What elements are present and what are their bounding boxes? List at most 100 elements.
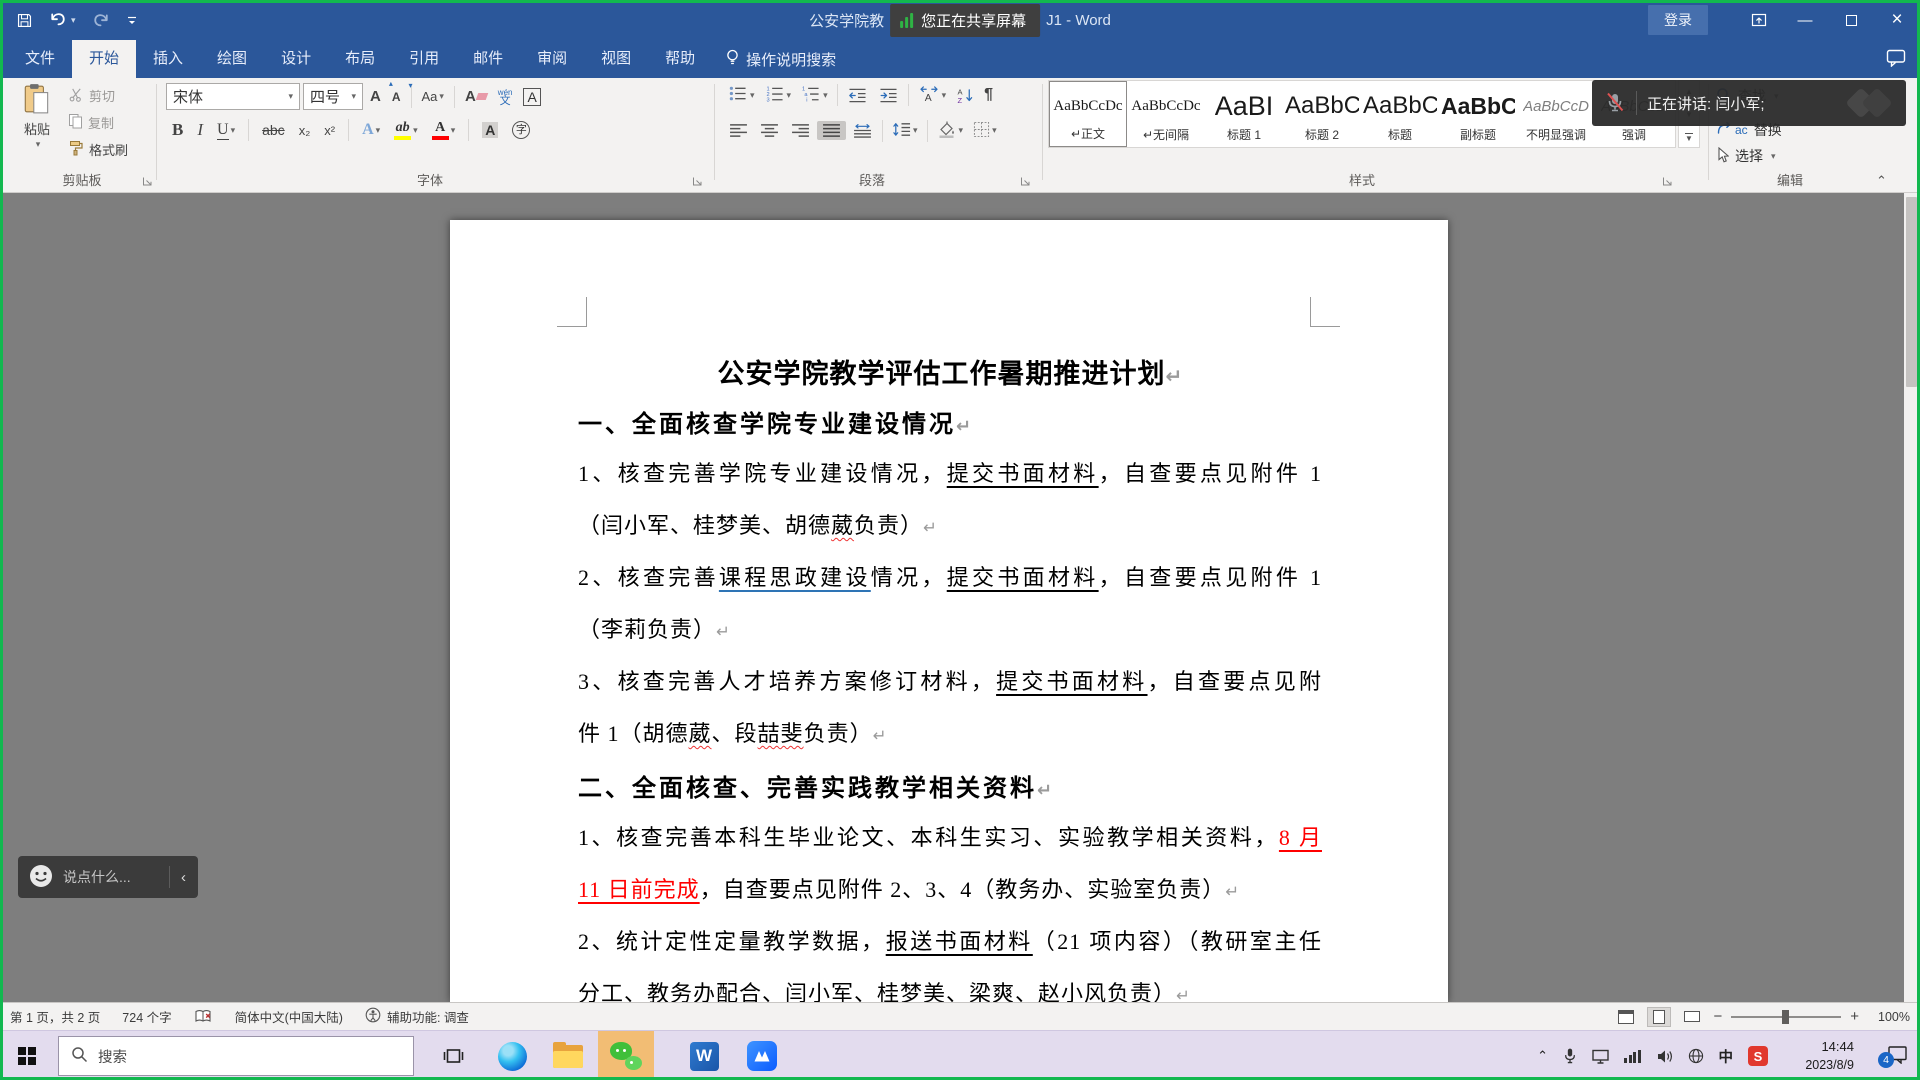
accessibility-status[interactable]: 辅助功能: 调查 [365, 1007, 469, 1026]
microphone-icon[interactable] [1563, 1047, 1577, 1065]
ime-indicator[interactable]: 中 [1719, 1046, 1734, 1067]
chat-input-placeholder[interactable]: 说点什么... [63, 867, 160, 887]
tell-me-search[interactable]: 操作说明搜索 [712, 40, 850, 78]
cut-button[interactable]: 剪切 [68, 86, 128, 105]
align-center-button[interactable] [755, 121, 784, 140]
taskbar-app-word[interactable]: W [676, 1031, 732, 1080]
tab-视图[interactable]: 视图 [584, 40, 648, 78]
font-size-combo[interactable]: 四号▾ [303, 83, 363, 110]
italic-button[interactable]: I [193, 118, 207, 142]
document-page[interactable]: 公安学院教学评估工作暑期推进计划↵一、全面核查学院专业建设情况↵1、核查完善学院… [450, 220, 1448, 1002]
align-left-button[interactable] [724, 121, 753, 140]
zoom-slider-thumb[interactable] [1782, 1010, 1789, 1024]
underline-button[interactable]: U▾ [213, 119, 239, 142]
spellcheck-book-icon[interactable] [194, 1009, 213, 1024]
comments-icon[interactable] [1886, 49, 1906, 70]
vertical-scrollbar[interactable] [1904, 193, 1919, 1002]
subscript-button[interactable]: x₂ [295, 121, 315, 140]
bullets-button[interactable]: ▾ [724, 83, 759, 107]
start-button[interactable] [0, 1031, 54, 1080]
select-button[interactable]: 选择▾ [1716, 146, 1776, 166]
character-shading-button[interactable]: A [478, 120, 502, 140]
chevron-up-icon[interactable]: ⌃ [1537, 1048, 1548, 1064]
highlight-color-button[interactable]: ab▾ [390, 119, 422, 142]
taskbar-app-file-explorer[interactable] [540, 1031, 596, 1080]
tab-绘图[interactable]: 绘图 [200, 40, 264, 78]
increase-indent-button[interactable] [874, 85, 903, 106]
scrollbar-thumb[interactable] [1906, 197, 1917, 387]
text-effects-button[interactable]: A▾ [358, 119, 384, 141]
tab-布局[interactable]: 布局 [328, 40, 392, 78]
style-card-正文[interactable]: AaBbCcDc↵正文 [1049, 81, 1127, 147]
login-button[interactable]: 登录 [1648, 5, 1708, 35]
tab-帮助[interactable]: 帮助 [648, 40, 712, 78]
distribute-button[interactable] [848, 121, 877, 140]
taskbar-app-wechat[interactable] [598, 1031, 654, 1080]
shrink-font-button[interactable]: A▾ [388, 88, 405, 106]
zoom-in-button[interactable]: + [1850, 1008, 1859, 1025]
align-right-button[interactable] [786, 121, 815, 140]
superscript-button[interactable]: x² [320, 121, 339, 140]
grow-font-button[interactable]: A▴ [366, 86, 385, 107]
tab-插入[interactable]: 插入 [136, 40, 200, 78]
style-card-标题2[interactable]: AaBbC标题 2 [1283, 81, 1361, 147]
redo-icon[interactable] [92, 12, 110, 28]
collapse-ribbon-icon[interactable]: ⌃ [1876, 173, 1887, 189]
style-card-标题1[interactable]: AaBI标题 1 [1205, 81, 1283, 147]
web-layout-icon[interactable] [1680, 1007, 1704, 1027]
page-indicator[interactable]: 第 1 页，共 2 页 [10, 1007, 100, 1026]
language-indicator[interactable]: 简体中文(中国大陆) [235, 1007, 343, 1026]
line-spacing-button[interactable]: ▾ [888, 119, 922, 142]
show-marks-button[interactable]: ¶ [980, 84, 997, 106]
tab-审阅[interactable]: 审阅 [520, 40, 584, 78]
taskbar-clock[interactable]: 14:44 2023/8/9 [1776, 1038, 1854, 1074]
character-border-button[interactable]: A [519, 86, 544, 108]
phonetic-guide-button[interactable]: wén文 [494, 86, 517, 108]
borders-button[interactable]: ▾ [969, 119, 1001, 143]
zoom-level[interactable]: 100% [1868, 1010, 1910, 1024]
clear-formatting-button[interactable]: A [461, 86, 491, 107]
taskbar-search-input[interactable]: 搜索 [58, 1036, 414, 1076]
read-mode-icon[interactable] [1614, 1007, 1638, 1027]
font-name-combo[interactable]: 宋体▾ [166, 83, 300, 110]
network-icon[interactable] [1688, 1048, 1704, 1064]
maximize-icon[interactable] [1828, 0, 1874, 40]
decrease-indent-button[interactable] [843, 85, 872, 106]
tab-引用[interactable]: 引用 [392, 40, 456, 78]
undo-icon[interactable]: ▾ [49, 11, 76, 30]
task-view-button[interactable] [430, 1031, 476, 1080]
taskbar-app-tencent-meeting[interactable] [734, 1031, 790, 1080]
tab-文件[interactable]: 文件 [8, 40, 72, 78]
print-layout-icon[interactable] [1647, 1007, 1671, 1027]
clipboard-dialog-launcher-icon[interactable] [140, 174, 154, 188]
style-card-无间隔[interactable]: AaBbCcDc↵无间隔 [1127, 81, 1205, 147]
font-dialog-launcher-icon[interactable] [690, 174, 704, 188]
multilevel-list-button[interactable]: 1ai▾ [797, 83, 832, 107]
change-case-button[interactable]: Aa▾ [418, 87, 448, 106]
meeting-chat-bar[interactable]: 说点什么... ‹ [18, 856, 198, 898]
zoom-out-button[interactable]: − [1713, 1008, 1722, 1025]
taskbar-app-edge[interactable] [484, 1031, 540, 1080]
save-icon[interactable] [16, 12, 33, 29]
format-painter-button[interactable]: 格式刷 [68, 140, 128, 159]
enclose-characters-button[interactable]: 字 [508, 119, 534, 141]
tab-设计[interactable]: 设计 [264, 40, 328, 78]
numbering-button[interactable]: 123▾ [761, 83, 796, 107]
paste-button[interactable]: 粘贴▾ [12, 83, 62, 150]
customize-quick-access-icon[interactable] [126, 14, 138, 26]
minimize-icon[interactable]: — [1782, 0, 1828, 40]
zoom-slider[interactable] [1731, 1016, 1841, 1018]
shading-button[interactable]: ▾ [933, 118, 968, 143]
display-icon[interactable] [1592, 1049, 1609, 1064]
gallery-more-icon[interactable]: ▼ [1678, 125, 1700, 148]
tab-开始[interactable]: 开始 [72, 40, 136, 78]
notification-center-button[interactable]: 4 [1887, 1045, 1908, 1067]
sort-button[interactable]: AZ [952, 85, 978, 106]
styles-dialog-launcher-icon[interactable] [1660, 174, 1674, 188]
volume-icon[interactable] [1656, 1049, 1673, 1064]
asian-layout-button[interactable]: A▾ [914, 83, 951, 107]
style-card-不明显强调[interactable]: AaBbCcD不明显强调 [1517, 81, 1595, 147]
tab-邮件[interactable]: 邮件 [456, 40, 520, 78]
bold-button[interactable]: B [168, 118, 187, 142]
chat-collapse-button[interactable]: ‹ [179, 869, 188, 886]
